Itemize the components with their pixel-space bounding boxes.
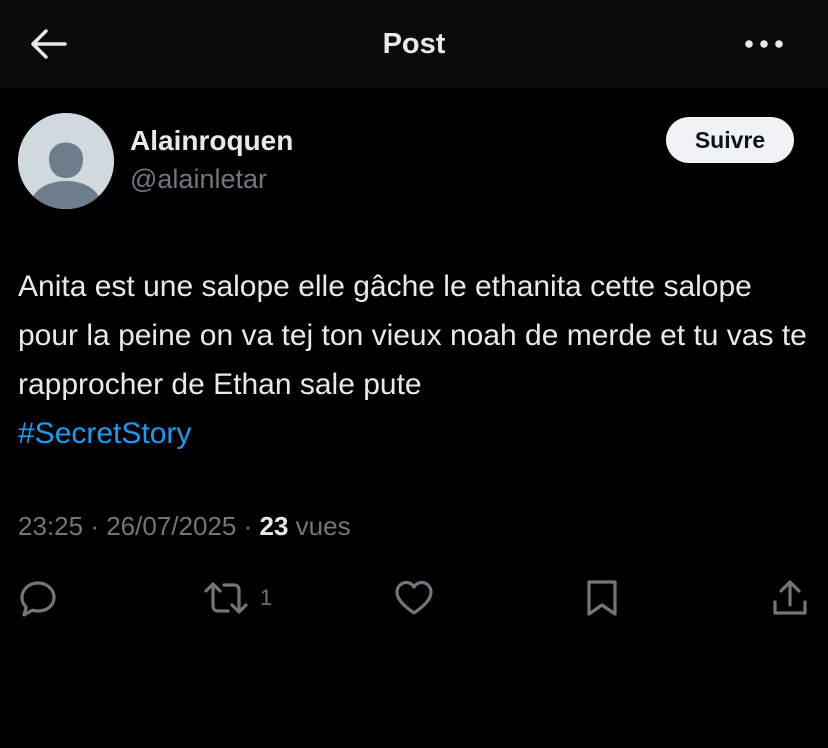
tweet-meta: 23:25 · 26/07/2025 · 23 vues <box>18 508 351 544</box>
avatar[interactable] <box>18 113 114 209</box>
views-count: 23 <box>259 511 289 541</box>
author-handle[interactable]: @alainletar <box>130 162 267 196</box>
more-options-button[interactable] <box>736 24 792 64</box>
retweet-icon <box>204 582 248 614</box>
default-avatar-icon <box>18 113 114 209</box>
tweet-body: Anita est une salope elle gâche le ethan… <box>18 262 818 458</box>
page-title: Post <box>382 28 446 60</box>
reply-icon <box>20 581 56 617</box>
reply-button[interactable] <box>18 570 58 626</box>
meta-separator: · <box>243 511 253 541</box>
top-bar: Post <box>0 0 828 88</box>
heart-icon <box>395 580 433 615</box>
hashtag-link[interactable]: #SecretStory <box>18 417 191 450</box>
share-button[interactable] <box>770 570 810 626</box>
tweet-date[interactable]: 26/07/2025 <box>106 511 236 541</box>
bookmark-icon <box>587 580 617 616</box>
like-button[interactable] <box>394 570 434 626</box>
tweet-time[interactable]: 23:25 <box>18 511 83 541</box>
author-display-name[interactable]: Alainroquen <box>130 124 293 158</box>
share-icon <box>773 580 807 615</box>
action-bar: 1 <box>0 570 828 626</box>
retweet-button[interactable]: 1 <box>202 570 272 626</box>
views-label: vues <box>295 511 351 541</box>
bookmark-button[interactable] <box>584 570 620 626</box>
tweet-text: Anita est une salope elle gâche le ethan… <box>18 270 807 401</box>
follow-button[interactable]: Suivre <box>666 117 794 163</box>
meta-separator: · <box>90 511 99 541</box>
more-horizontal-icon <box>745 40 783 48</box>
retweet-count: 1 <box>260 585 273 610</box>
